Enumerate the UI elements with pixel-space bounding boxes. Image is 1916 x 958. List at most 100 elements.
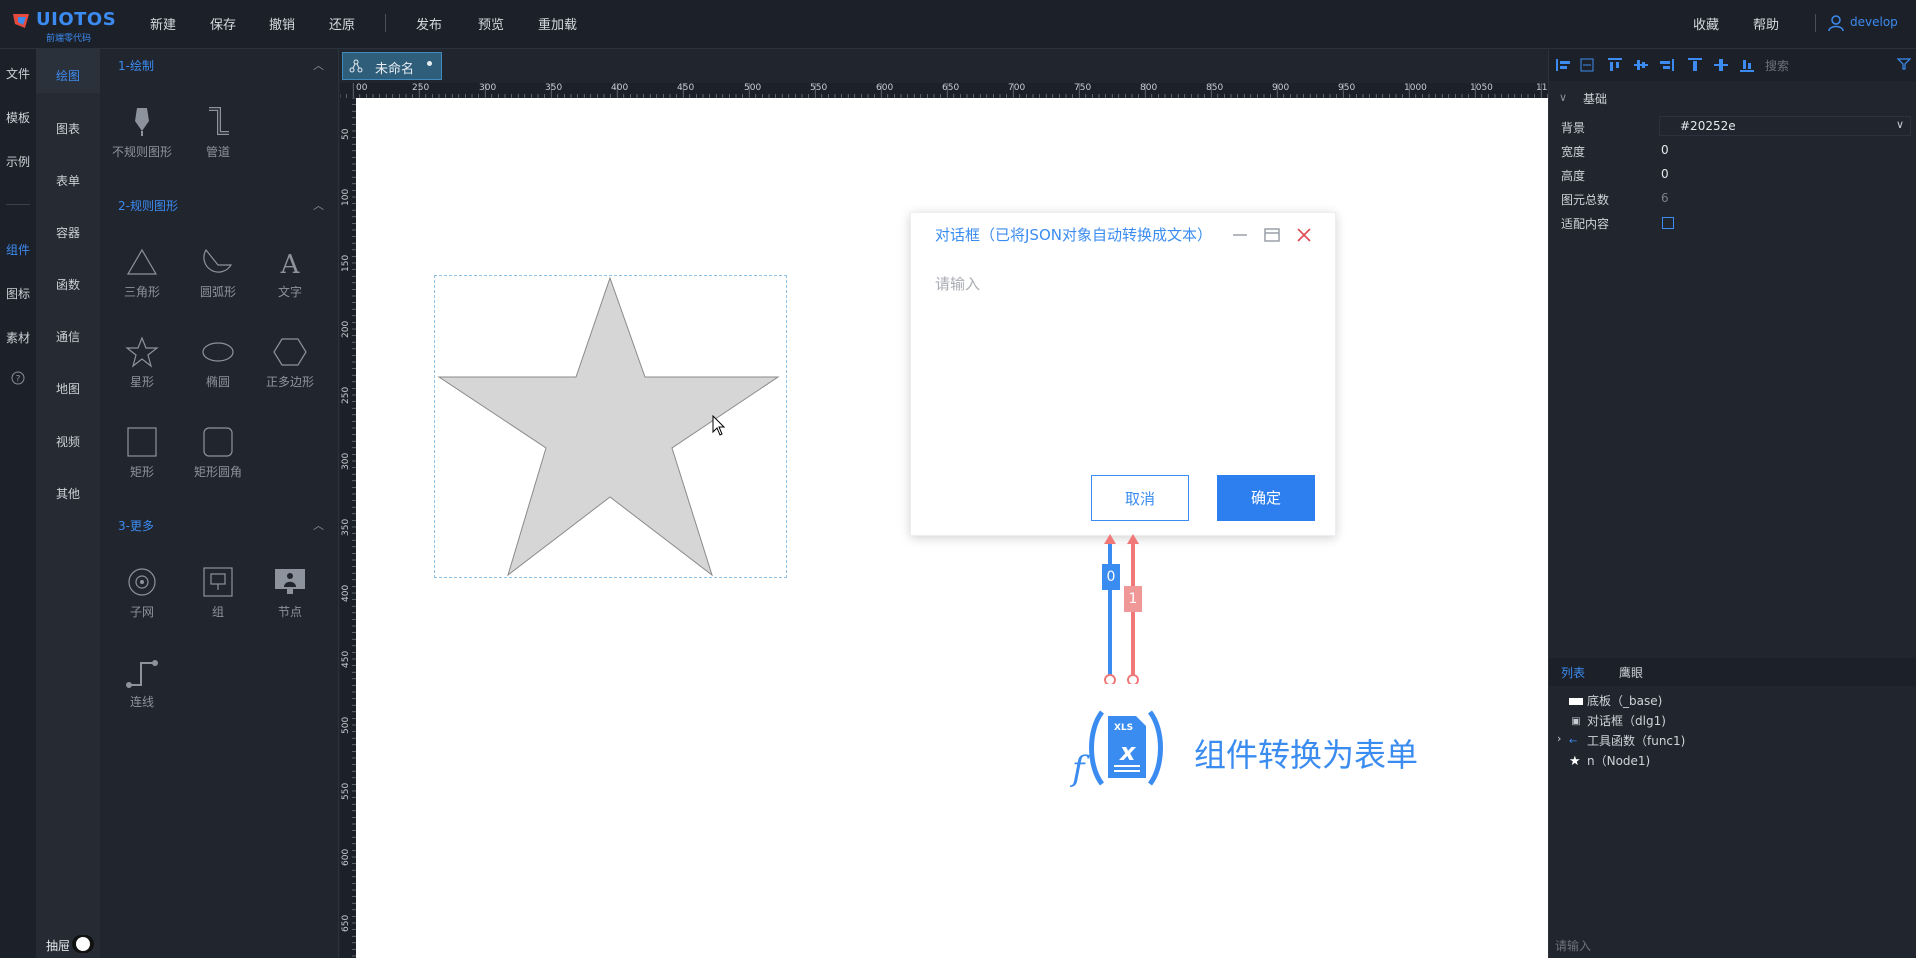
palette-subnet[interactable]: 子网 (106, 559, 178, 631)
tree-item-node[interactable]: ★ n（Node1) (1569, 752, 1650, 769)
expand-icon[interactable]: › (1557, 732, 1561, 745)
collapse-icon[interactable]: ︿ (313, 57, 324, 73)
section-title[interactable]: 1-绘制 (118, 57, 154, 74)
prop-value-height[interactable]: 0 (1661, 167, 1669, 181)
tab-list[interactable]: 列表 (1561, 664, 1585, 681)
category-chart[interactable]: 图表 (36, 120, 100, 137)
dialog-icon: ▣ (1571, 716, 1581, 727)
menu-undo[interactable]: 撤销 (269, 14, 295, 33)
ruler-label: 750 (1074, 83, 1092, 93)
palette-star[interactable]: 星形 (106, 329, 178, 401)
tree-item-base[interactable]: 底板（_base) (1569, 692, 1662, 709)
nav-file[interactable]: 文件 (0, 65, 36, 82)
category-comm[interactable]: 通信 (36, 328, 100, 345)
palette-connector[interactable]: 连线 (106, 649, 178, 721)
tree-filter-input[interactable]: 请输入 (1555, 937, 1591, 954)
user-name[interactable]: develop (1850, 15, 1898, 29)
left-nav-categories: 绘图 图表 表单 容器 函数 通信 地图 视频 其他 (36, 49, 100, 958)
maximize-icon[interactable] (1263, 226, 1281, 244)
arc-icon (203, 248, 233, 273)
collapse-icon[interactable]: ︿ (313, 197, 324, 213)
fit-content-checkbox[interactable] (1662, 217, 1674, 229)
help-icon[interactable]: ? (11, 371, 25, 385)
align-center-icon[interactable] (1579, 57, 1595, 73)
category-function[interactable]: 函数 (36, 276, 100, 293)
nav-icons[interactable]: 图标 (0, 285, 36, 302)
menu-reload[interactable]: 重加载 (538, 14, 577, 33)
category-draw[interactable]: 绘图 (36, 67, 100, 84)
category-map[interactable]: 地图 (36, 380, 100, 397)
category-form[interactable]: 表单 (36, 172, 100, 189)
nav-template[interactable]: 模板 (0, 109, 36, 126)
ok-button[interactable]: 确定 (1217, 475, 1315, 521)
ruler-label: 600 (341, 848, 351, 866)
section-title[interactable]: 3-更多 (118, 517, 154, 534)
palette-text[interactable]: A 文字 (254, 239, 326, 311)
design-canvas[interactable]: 对话框（已将JSON对象自动转换成文本） 请输入 取消 确定 0 1 f XLS… (356, 98, 1548, 958)
user-icon[interactable] (1828, 14, 1844, 32)
pen-icon (135, 108, 149, 136)
tab-untitled[interactable]: 未命名 (342, 52, 442, 80)
rounded-rectangle-icon (203, 427, 233, 457)
distribute-middle-icon[interactable] (1713, 57, 1729, 73)
category-container[interactable]: 容器 (36, 224, 100, 241)
prop-value-width[interactable]: 0 (1661, 143, 1669, 157)
ruler-label: 650 (942, 83, 960, 93)
dialog-textarea[interactable]: 请输入 (935, 273, 980, 294)
text-icon: A (280, 250, 301, 279)
collapse-icon[interactable]: ︿ (313, 517, 324, 533)
palette-irregular-shape[interactable]: 不规则图形 (106, 99, 178, 171)
tab-eagle-eye[interactable]: 鹰眼 (1619, 664, 1643, 681)
dialog-component[interactable]: 对话框（已将JSON对象自动转换成文本） 请输入 取消 确定 (910, 212, 1336, 536)
menu-new[interactable]: 新建 (150, 14, 176, 33)
close-icon[interactable] (1295, 226, 1313, 244)
menu-help[interactable]: 帮助 (1753, 14, 1779, 33)
nav-assets[interactable]: 素材 (0, 329, 36, 346)
menu-redo[interactable]: 还原 (329, 14, 355, 33)
section-basic[interactable]: 基础 (1583, 90, 1607, 107)
tree-item-dialog[interactable]: ▣ 对话框（dlg1) (1569, 712, 1666, 729)
nav-components[interactable]: 组件 (0, 241, 36, 258)
category-video[interactable]: 视频 (36, 433, 100, 450)
ruler-label: 650 (341, 914, 351, 932)
star-shape[interactable] (436, 277, 786, 577)
minimize-icon[interactable] (1231, 226, 1249, 244)
background-select[interactable]: #20252e ∨ (1659, 116, 1911, 136)
palette-group[interactable]: 组 (182, 559, 254, 631)
align-middle-icon[interactable] (1633, 57, 1649, 73)
palette-polygon[interactable]: 正多边形 (254, 329, 326, 401)
ruler-label: 300 (479, 83, 497, 93)
distribute-bottom-icon[interactable] (1739, 57, 1755, 73)
section-title[interactable]: 2-规则图形 (118, 197, 178, 214)
search-input[interactable]: 搜索 (1765, 57, 1789, 74)
align-right-icon[interactable] (1659, 57, 1675, 73)
tree-item-function[interactable]: ← 工具函数（func1) (1569, 732, 1685, 749)
palette-node[interactable]: 节点 (254, 559, 326, 631)
palette-pipe[interactable]: 管道 (182, 99, 254, 171)
palette-triangle[interactable]: 三角形 (106, 239, 178, 311)
app-logo[interactable]: UIOTOS 前端零代码 (12, 6, 116, 44)
menu-preview[interactable]: 预览 (478, 14, 504, 33)
drawer-toggle[interactable]: 抽屉 (40, 934, 96, 954)
menu-favorite[interactable]: 收藏 (1693, 14, 1719, 33)
chevron-down-icon[interactable]: ∨ (1559, 91, 1567, 104)
category-other[interactable]: 其他 (36, 485, 100, 502)
palette-ellipse[interactable]: 椭圆 (182, 329, 254, 401)
menu-divider-right (1815, 14, 1816, 32)
align-top-icon[interactable] (1607, 57, 1623, 73)
distribute-top-icon[interactable] (1687, 57, 1703, 73)
cancel-button[interactable]: 取消 (1091, 475, 1189, 521)
filter-icon[interactable] (1897, 57, 1911, 71)
logo-name: UIOTOS (36, 9, 117, 30)
ruler-label: 900 (1272, 83, 1290, 93)
nav-example[interactable]: 示例 (0, 153, 36, 170)
palette-rectangle[interactable]: 矩形 (106, 419, 178, 491)
palette-arc[interactable]: 圆弧形 (182, 239, 254, 311)
top-bar: UIOTOS 前端零代码 新建 保存 撤销 还原 发布 预览 重加载 收藏 帮助… (0, 0, 1916, 49)
link-label-1: 1 (1124, 586, 1142, 612)
palette-rounded-rectangle[interactable]: 矩形圆角 (182, 419, 254, 491)
function-excel-icon[interactable]: f XLS x (1068, 708, 1184, 788)
align-left-icon[interactable] (1555, 57, 1571, 73)
menu-publish[interactable]: 发布 (416, 14, 442, 33)
menu-save[interactable]: 保存 (210, 14, 236, 33)
